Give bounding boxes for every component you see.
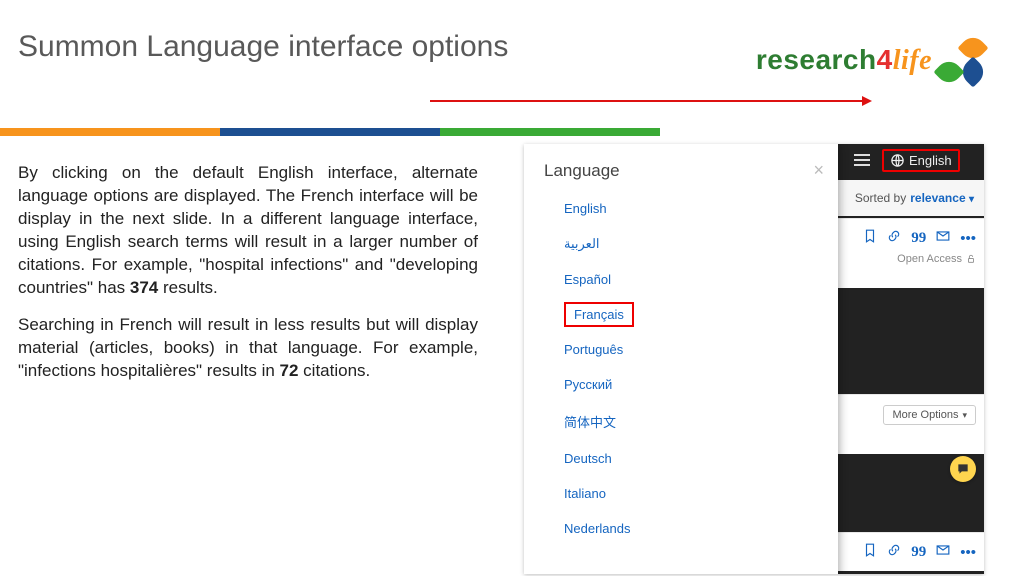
more-icon[interactable]: •••: [960, 544, 976, 561]
callout-arrow: [430, 100, 870, 102]
divider-stripes: [0, 128, 660, 136]
paragraph-2: Searching in French will result in less …: [18, 314, 478, 383]
research4life-logo: research4life: [756, 30, 984, 90]
language-option[interactable]: العربية: [524, 226, 838, 262]
logo-mark: [938, 37, 984, 83]
language-popup: Language × EnglishالعربيةEspañolFrançais…: [524, 144, 838, 574]
language-option[interactable]: Русский: [524, 367, 838, 402]
result-row-3: 99 •••: [834, 532, 984, 571]
language-option[interactable]: English: [524, 191, 838, 226]
sort-dropdown[interactable]: relevance ▾: [910, 191, 974, 205]
chat-icon: [956, 462, 970, 476]
lock-open-icon: [966, 253, 976, 265]
chat-help-button[interactable]: [950, 456, 976, 482]
globe-icon: [890, 153, 905, 168]
cite-icon[interactable]: 99: [911, 230, 926, 247]
language-option[interactable]: Deutsch: [524, 441, 838, 476]
paragraph-1: By clicking on the default English inter…: [18, 162, 478, 300]
language-option[interactable]: Français: [524, 297, 838, 332]
logo-text-mid: 4: [877, 44, 893, 75]
result-row-1: 99 ••• Open Access: [834, 218, 984, 288]
permalink-icon[interactable]: [887, 229, 901, 247]
bookmark-icon[interactable]: [863, 543, 877, 561]
page-title: Summon Language interface options: [18, 30, 508, 64]
language-option[interactable]: Português: [524, 332, 838, 367]
sorted-by-label: Sorted by: [855, 191, 906, 205]
current-language-label: English: [909, 153, 952, 168]
sort-bar: Sorted by relevance ▾: [814, 180, 984, 216]
language-option[interactable]: Italiano: [524, 476, 838, 511]
bookmark-icon[interactable]: [863, 229, 877, 247]
cite-icon[interactable]: 99: [911, 544, 926, 561]
logo-text-left: research: [756, 44, 877, 75]
language-list: EnglishالعربيةEspañolFrançaisPortuguêsРу…: [524, 191, 838, 546]
logo-text-right: life: [893, 45, 932, 76]
more-options-dropdown[interactable]: More Options ▾: [883, 405, 976, 425]
body-text: By clicking on the default English inter…: [18, 162, 478, 396]
language-option[interactable]: Nederlands: [524, 511, 838, 546]
popup-title: Language: [544, 161, 620, 181]
open-access-label: Open Access: [897, 253, 962, 265]
more-icon[interactable]: •••: [960, 230, 976, 247]
email-icon[interactable]: [936, 543, 950, 561]
language-selector-button[interactable]: English: [882, 149, 960, 172]
language-option[interactable]: 简体中文: [524, 402, 838, 441]
permalink-icon[interactable]: [887, 543, 901, 561]
close-icon[interactable]: ×: [813, 160, 824, 181]
screenshot-topbar: English: [818, 144, 984, 176]
menu-icon[interactable]: [854, 152, 870, 168]
email-icon[interactable]: [936, 229, 950, 247]
language-option[interactable]: Español: [524, 262, 838, 297]
result-row-2: More Options ▾: [834, 394, 984, 454]
summon-screenshot: English Sorted by relevance ▾ 99 ••• Ope…: [524, 144, 984, 574]
